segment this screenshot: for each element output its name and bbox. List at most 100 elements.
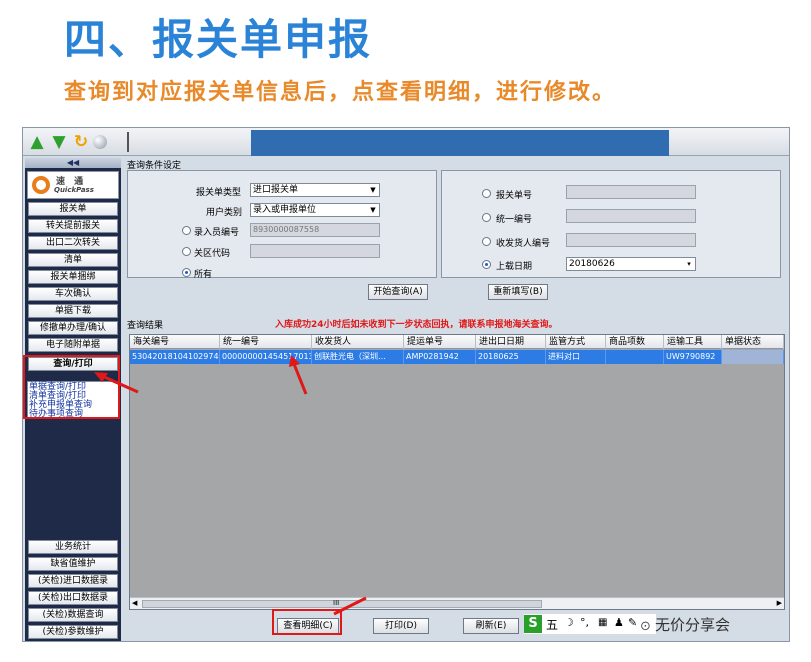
cell-io-date: 20180625 [476,350,546,364]
col-header-supervision[interactable]: 监管方式 [546,335,606,349]
sidebar-item-export-second-transfer[interactable]: 出口二次转关 [28,236,118,250]
scroll-right-icon[interactable]: ▶ [777,599,782,607]
wrench-icon[interactable]: ✎ [628,616,637,629]
quickpass-logo: 速 通 QuickPass [27,171,119,199]
upload-date-picker[interactable]: 20180626 ▾ [566,257,696,271]
customs-code-input[interactable] [250,244,380,258]
sidebar-item-param-maintain[interactable]: (关检)参数维护 [28,625,118,639]
print-button[interactable]: 打印(D) [373,618,429,634]
keyboard-icon[interactable]: ▦ [598,617,607,628]
col-header-io-date[interactable]: 进出口日期 [476,335,546,349]
doc-type-value: 进口报关单 [253,185,299,195]
doc-type-label: 报关单类型 [196,188,242,198]
all-label: 所有 [194,270,213,280]
user-type-value: 录入或申报单位 [253,205,317,215]
results-grid: 海关编号 统一编号 收发货人 提运单号 进出口日期 监管方式 商品项数 运输工具… [129,334,785,610]
cell-item-count [606,350,664,364]
user-icon[interactable]: ♟ [614,616,624,629]
chevron-down-icon: ▼ [370,206,376,214]
wechat-icon: ⊙ [640,619,656,634]
col-header-customs-no[interactable]: 海关编号 [130,335,220,349]
start-query-button[interactable]: 开始查询(A) [368,284,428,300]
calendar-dropdown-icon: ▾ [687,260,691,268]
punctuation-icon[interactable]: °, [580,616,589,629]
col-header-status[interactable]: 单据状态 [722,335,784,349]
sogou-ime-icon[interactable]: S [524,615,542,633]
decl-no-input[interactable] [566,185,696,199]
app-window: ▲ ▼ ↻ ◀◀ 速 通 QuickPass 报关单 转关提前报关 出口二次转关… [22,127,790,642]
down-arrow-icon[interactable]: ▼ [49,132,69,152]
radio-decl-no[interactable] [482,189,491,198]
up-arrow-icon[interactable]: ▲ [27,132,47,152]
cell-supervision: 进料对口 [546,350,606,364]
cell-consignee: 创联胜光电（深圳… [312,350,404,364]
cell-bill-no: AMP0281942 [404,350,476,364]
horizontal-scrollbar[interactable]: ◀ III ▶ [130,597,784,609]
watermark: ⊙ 无价分享会 [640,614,730,635]
scroll-left-icon[interactable]: ◀ [132,599,137,607]
quickpass-logo-icon [32,176,50,194]
col-header-item-count[interactable]: 商品项数 [606,335,664,349]
entry-no-label: 录入员编号 [194,228,240,238]
sidebar-item-bundle[interactable]: 报关单捆绑 [28,270,118,284]
radio-customs-code[interactable] [182,247,191,256]
radio-all[interactable] [182,268,191,277]
refresh-icon[interactable]: ↻ [71,132,91,152]
cell-status-blurred [722,350,784,364]
detail-button-highlight-box [272,609,342,635]
user-type-select[interactable]: 录入或申报单位 ▼ [250,203,380,217]
consignee-no-label: 收发货人编号 [496,239,551,249]
sidebar-item-import-entry[interactable]: (关检)进口数据录 [28,574,118,588]
status-circle-icon[interactable] [93,135,107,149]
grid-header: 海关编号 统一编号 收发货人 提运单号 进出口日期 监管方式 商品项数 运输工具… [130,335,784,349]
sidebar-item-vehicle-confirm[interactable]: 车次确认 [28,287,118,301]
sidebar-item-declaration[interactable]: 报关单 [28,202,118,216]
doc-type-select[interactable]: 进口报关单 ▼ [250,183,380,197]
refresh-button[interactable]: 刷新(E) [463,618,519,634]
sidebar-item-data-query[interactable]: (关检)数据查询 [28,608,118,622]
table-row[interactable]: 530420181041029745 000000001454517013 创联… [130,350,784,364]
cell-customs-no: 530420181041029745 [130,350,220,364]
main-panel: 查询条件设定 报关单类型 进口报关单 ▼ 用户类别 录入或申报单位 ▼ 录入员编号 … [125,158,789,641]
unified-no-label: 统一编号 [496,215,533,225]
watermark-text: 无价分享会 [655,616,731,634]
logo-text-en: QuickPass [54,186,94,194]
reset-button[interactable]: 重新填写(B) [488,284,548,300]
col-header-bill-no[interactable]: 提运单号 [404,335,476,349]
sidebar-collapse-button[interactable]: ◀◀ [25,158,121,168]
sidebar-item-list[interactable]: 清单 [28,253,118,267]
sidebar-item-statistics[interactable]: 业务统计 [28,540,118,554]
cell-transport: UW9790892 [664,350,722,364]
results-notice: 入库成功24小时后如未收到下一步状态回执，请联系申报地海关查询。 [275,320,558,330]
ime-mode-indicator[interactable]: 五 [546,616,558,633]
results-section-title: 查询结果 [127,321,164,331]
unified-no-input[interactable] [566,209,696,223]
upload-date-label: 上载日期 [496,262,533,272]
sidebar-item-export-entry[interactable]: (关检)出口数据录 [28,591,118,605]
page-title: 四、报关单申报 [64,15,373,64]
scrollbar-thumb[interactable]: III [142,599,542,608]
customs-code-label: 关区代码 [194,249,231,259]
sidebar-item-e-attachment[interactable]: 电子随附单据 [28,338,118,352]
col-header-unified-no[interactable]: 统一编号 [220,335,312,349]
radio-entry-no[interactable] [182,226,191,235]
sidebar-item-transfer-advance[interactable]: 转关提前报关 [28,219,118,233]
moon-icon[interactable]: ☽ [564,616,574,629]
radio-consignee-no[interactable] [482,237,491,246]
entry-no-input[interactable]: 8930000087558 [250,223,380,237]
col-header-consignee[interactable]: 收发货人 [312,335,404,349]
scroll-grip: III [333,599,340,607]
consignee-no-input[interactable] [566,233,696,247]
toolbar: ▲ ▼ ↻ [23,128,789,156]
radio-upload-date[interactable] [482,260,491,269]
query-fieldset-right: 报关单号 统一编号 收发货人编号 上载日期 20180626 ▾ [441,170,781,278]
chevron-down-icon: ▼ [370,186,376,194]
sidebar-item-amend-withdraw[interactable]: 修撤单办理/确认 [28,321,118,335]
ime-toolbar: S 五 ☽ °, ▦ ♟ ✎ [524,614,656,634]
sidebar-item-document-download[interactable]: 单据下载 [28,304,118,318]
radio-unified-no[interactable] [482,213,491,222]
col-header-transport[interactable]: 运输工具 [664,335,722,349]
sidebar-item-defaults[interactable]: 缺省值维护 [28,557,118,571]
submenu-highlight-box [23,355,120,419]
user-type-label: 用户类别 [206,208,243,218]
